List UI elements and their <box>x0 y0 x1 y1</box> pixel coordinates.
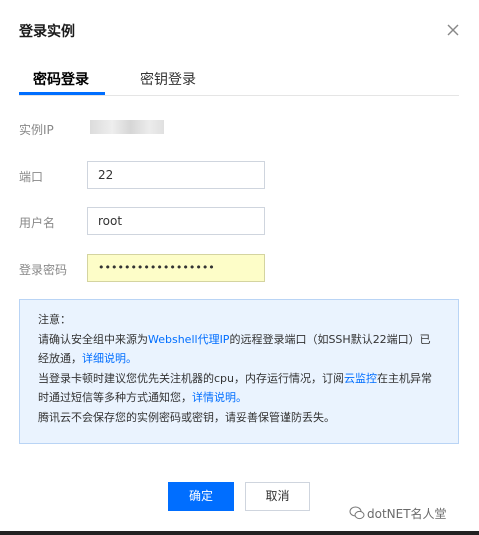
port-label: 端口 <box>19 170 44 184</box>
username-label: 用户名 <box>19 216 56 230</box>
instance-ip-label: 实例IP <box>19 123 54 137</box>
password-input[interactable]: •••••••••••••••••• <box>87 254 265 282</box>
notice-line-3: 腾讯云不会保存您的实例密码或密钥，请妥善保管谨防丢失。 <box>38 410 335 424</box>
password-label: 登录密码 <box>19 263 68 277</box>
tab-key-login[interactable]: 密钥登录 <box>140 69 196 89</box>
tab-password-login[interactable]: 密码登录 <box>33 69 89 89</box>
active-tab-indicator <box>19 92 105 95</box>
username-input[interactable]: root <box>87 207 265 235</box>
login-instance-dialog: 登录实例 密码登录 密钥登录 实例IP 端口 22 用户名 root 登录密码 … <box>0 0 479 535</box>
notice-text: 请确认安全组中来源为 <box>38 332 148 346</box>
notice-line-2: 当登录卡顿时建议您优先关注机器的cpu，内存运行情况，订阅云监控在主机异常时通过… <box>38 369 440 408</box>
notice-text: 当登录卡顿时建议您优先关注机器的cpu，内存运行情况，订阅 <box>38 371 344 385</box>
notice-heading: 注意： <box>38 313 71 326</box>
notice-box: 注意： 请确认安全组中来源为Webshell代理IP的远程登录端口（如SSH默认… <box>19 299 459 444</box>
instance-ip-value-redacted <box>90 120 164 134</box>
detail-link-2[interactable]: 详情说明。 <box>192 391 247 404</box>
close-icon[interactable] <box>445 22 461 38</box>
cloud-monitor-link[interactable]: 云监控 <box>344 372 377 385</box>
webshell-proxy-ip-link[interactable]: Webshell代理IP <box>148 333 229 346</box>
login-method-tabs: 密码登录 密钥登录 <box>19 62 459 96</box>
wechat-icon <box>349 506 365 520</box>
notice-line-1: 请确认安全组中来源为Webshell代理IP的远程登录端口（如SSH默认22端口… <box>38 330 440 369</box>
cancel-button[interactable]: 取消 <box>245 482 310 511</box>
detail-link-1[interactable]: 详细说明。 <box>82 352 137 365</box>
bottom-edge <box>0 531 479 535</box>
confirm-button[interactable]: 确定 <box>168 482 234 511</box>
port-input[interactable]: 22 <box>87 161 265 189</box>
dialog-title: 登录实例 <box>19 24 75 40</box>
watermark-text: dotNET名人堂 <box>367 507 447 521</box>
